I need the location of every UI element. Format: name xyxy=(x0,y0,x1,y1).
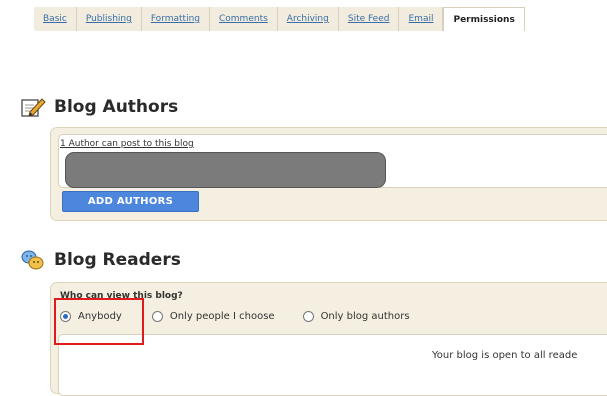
blog-readers-title: Blog Readers xyxy=(54,250,181,270)
readers-people-icon xyxy=(20,249,46,271)
radio-only-blog-authors[interactable] xyxy=(302,311,314,322)
highlight-annotation-box xyxy=(54,298,144,345)
radio-option-only-blog-authors[interactable]: Only blog authors xyxy=(302,311,410,322)
tab-archiving[interactable]: Archiving xyxy=(278,7,339,31)
radio-only-people-i-choose-label: Only people I choose xyxy=(169,311,275,322)
radio-option-only-people-i-choose[interactable]: Only people I choose xyxy=(151,311,275,322)
tabs: Basic Publishing Formatting Comments Arc… xyxy=(34,7,525,31)
blog-authors-title: Blog Authors xyxy=(54,97,179,117)
tab-comments[interactable]: Comments xyxy=(210,7,278,31)
tab-basic[interactable]: Basic xyxy=(34,7,77,31)
blog-authors-heading: Blog Authors xyxy=(20,96,178,118)
radio-only-people-i-choose[interactable] xyxy=(151,311,163,322)
radio-only-blog-authors-label: Only blog authors xyxy=(320,311,410,322)
author-count-link[interactable]: 1 Author can post to this blog xyxy=(60,139,194,149)
add-authors-button[interactable]: ADD AUTHORS xyxy=(62,191,199,212)
blog-readers-heading: Blog Readers xyxy=(20,249,181,271)
tab-permissions[interactable]: Permissions xyxy=(443,7,525,31)
tab-email[interactable]: Email xyxy=(399,7,444,31)
reader-status-text: Your blog is open to all reade xyxy=(432,350,578,361)
tab-formatting[interactable]: Formatting xyxy=(142,7,210,31)
edit-pencil-icon xyxy=(20,96,46,118)
settings-tab-bar: Basic Publishing Formatting Comments Arc… xyxy=(0,0,607,38)
redacted-author-entry xyxy=(65,152,386,188)
tab-publishing[interactable]: Publishing xyxy=(77,7,142,31)
tab-site-feed[interactable]: Site Feed xyxy=(339,7,400,31)
